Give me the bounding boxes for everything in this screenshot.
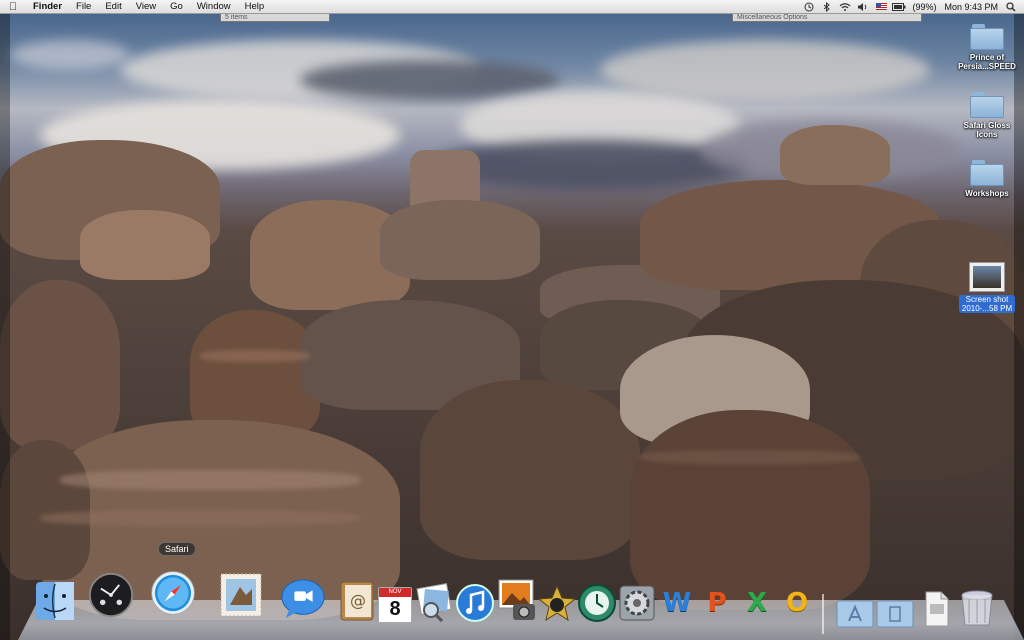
input-menu-flag-icon[interactable]	[874, 0, 888, 14]
mail-stamp-icon	[220, 573, 262, 617]
time-machine-icon	[578, 584, 616, 622]
desktop-wallpaper	[0, 0, 1024, 640]
calendar-icon: NOV 8	[378, 587, 412, 623]
desktop-folder-workshops[interactable]: Workshops	[957, 160, 1017, 198]
spotlight-icon[interactable]	[1004, 0, 1018, 14]
outlook-icon: O	[785, 588, 809, 618]
desktop-icon-label: 2010-...58 PM	[961, 304, 1013, 313]
svg-text:@: @	[350, 591, 366, 610]
excel-icon: X	[746, 588, 768, 618]
volume-icon[interactable]	[856, 0, 870, 14]
dock-finder[interactable]	[32, 578, 78, 624]
dock-tooltip: Safari	[158, 542, 196, 556]
wifi-icon[interactable]	[838, 0, 852, 14]
system-preferences-gear-icon	[619, 585, 655, 621]
calendar-month: NOV	[379, 588, 411, 597]
apple-icon[interactable]: 	[0, 0, 26, 14]
address-book-icon: @	[340, 581, 374, 621]
powerpoint-icon: P	[707, 588, 727, 618]
imovie-star-icon	[537, 584, 577, 622]
documents-folder-icon	[876, 600, 914, 628]
menu-bar:  Finder File Edit View Go Window Help (…	[0, 0, 1024, 14]
ichat-bubble-icon	[281, 579, 325, 619]
safari-compass-icon	[151, 571, 195, 615]
dock-outlook[interactable]: O	[774, 580, 820, 626]
screenshot-thumbnail-icon	[969, 262, 1005, 292]
dock-itunes[interactable]	[452, 580, 498, 626]
dashboard-icon	[88, 572, 134, 618]
menu-file[interactable]: File	[69, 0, 98, 14]
iphoto-icon	[498, 579, 535, 620]
folder-icon	[970, 24, 1004, 50]
finder-icon	[36, 582, 74, 620]
menu-window[interactable]: Window	[190, 0, 238, 14]
desktop-icon-label: Screen shot	[965, 295, 1009, 304]
background-window-left-text: 5 items	[225, 14, 248, 21]
menu-go[interactable]: Go	[163, 0, 190, 14]
desktop-folder-prince-of-persia[interactable]: Prince of Persia...SPEED	[957, 24, 1017, 71]
preview-icon	[416, 583, 452, 622]
applications-folder-icon	[836, 600, 874, 628]
battery-percent[interactable]: (99%)	[908, 0, 940, 14]
menu-clock[interactable]: Mon 9:43 PM	[940, 0, 1002, 14]
dock: @ NOV 8 W P X O	[0, 568, 1024, 640]
background-window-right[interactable]: Miscellaneous Options	[732, 14, 922, 22]
dock-stack-documents[interactable]	[872, 590, 918, 636]
window-edge-left	[0, 14, 10, 640]
desktop-file-screenshot[interactable]: Screen shot 2010-...58 PM	[957, 262, 1017, 313]
folder-icon	[970, 160, 1004, 186]
dock-safari[interactable]	[150, 570, 196, 616]
desktop-icon-label: Persia...SPEED	[958, 62, 1016, 71]
dock-dashboard[interactable]	[88, 572, 134, 618]
time-machine-icon[interactable]	[802, 0, 816, 14]
calendar-day: 8	[389, 598, 401, 620]
document-icon	[925, 591, 949, 627]
menu-edit[interactable]: Edit	[98, 0, 128, 14]
trash-icon	[961, 590, 993, 626]
desktop-icon-label: Safari Gloss	[963, 121, 1011, 130]
menu-help[interactable]: Help	[238, 0, 272, 14]
menu-finder[interactable]: Finder	[26, 0, 69, 14]
dock-trash[interactable]	[954, 584, 1000, 630]
background-window-left[interactable]: 5 items	[220, 14, 330, 22]
desktop-icon-label: Icons	[976, 130, 998, 139]
desktop-icon-label: Prince of	[969, 53, 1005, 62]
background-window-right-text: Miscellaneous Options	[737, 14, 808, 21]
dock-ichat[interactable]	[280, 576, 326, 622]
dock-mail[interactable]	[218, 572, 264, 618]
desktop-icon-label: Workshops	[965, 189, 1009, 198]
desktop-folder-safari-gloss-icons[interactable]: Safari Gloss Icons	[957, 92, 1017, 139]
menu-view[interactable]: View	[129, 0, 163, 14]
word-icon: W	[662, 588, 692, 618]
bluetooth-icon[interactable]	[820, 0, 834, 14]
battery-icon[interactable]	[892, 0, 906, 14]
folder-icon	[970, 92, 1004, 118]
itunes-icon	[456, 584, 494, 622]
status-menus: (99%) Mon 9:43 PM	[800, 0, 1024, 14]
